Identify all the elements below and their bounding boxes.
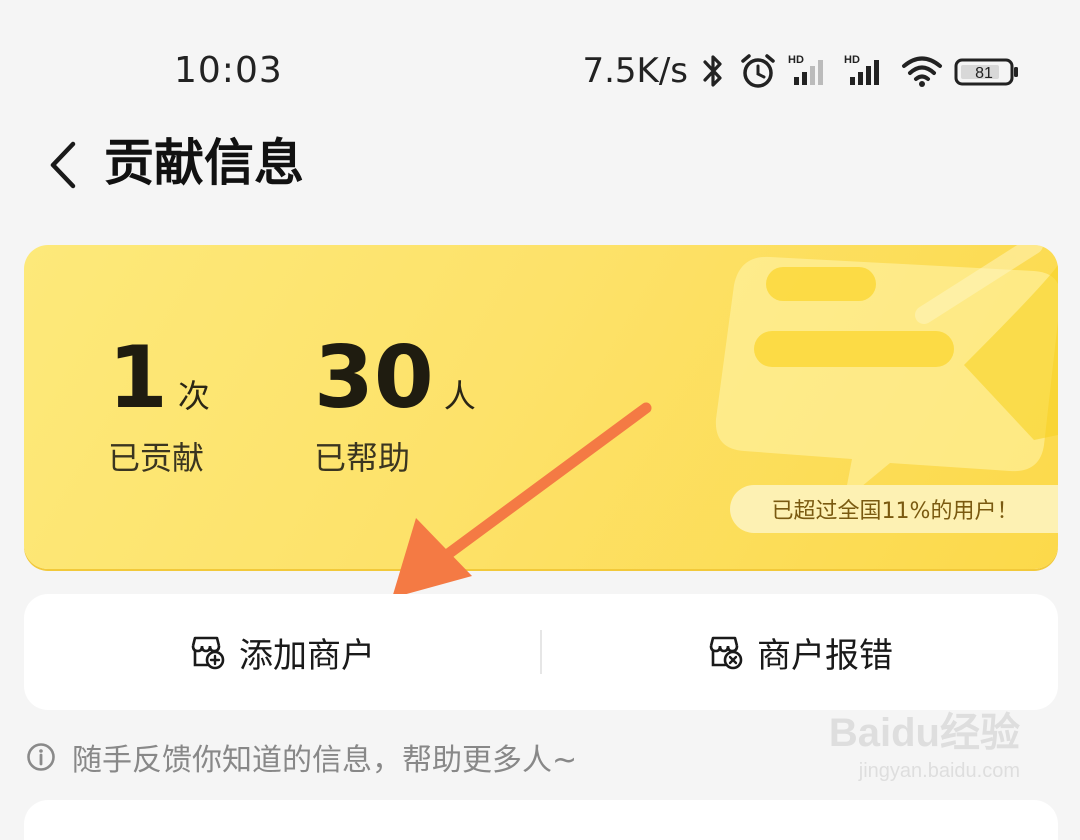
helped-label: 已帮助 [314, 439, 411, 477]
helped-count: 30 [314, 328, 434, 428]
network-speed: 7.5K/s [582, 51, 688, 91]
contribution-stats-card: 1 次 已贡献 30 人 已帮助 已超过全国11%的用户！ [24, 245, 1058, 569]
contributions-stat: 1 次 已贡献 [108, 333, 210, 479]
report-error-label: 商户报错 [757, 635, 893, 676]
signal-hd-icon: HD [788, 51, 834, 91]
status-bar: 10:03 7.5K/s HD HD 81 [0, 0, 1080, 140]
tip-text: 随手反馈你知道的信息，帮助更多人~ [72, 743, 578, 778]
chevron-left-icon [50, 141, 76, 189]
watermark-sub: jingyan.baidu.com [858, 760, 1020, 782]
page-header: 贡献信息 [0, 120, 1080, 210]
alarm-icon [738, 51, 778, 91]
battery-level: 81 [975, 65, 993, 82]
add-merchant-label: 添加商户 [239, 635, 375, 676]
baidu-jingyan-watermark: Baidu经验 jingyan.baidu.com [829, 700, 1020, 783]
contributions-label: 已贡献 [108, 439, 205, 477]
store-error-icon [709, 636, 743, 670]
contributions-count: 1 [108, 328, 168, 428]
helped-unit: 人 [443, 377, 476, 415]
merchant-actions-panel: 添加商户 商户报错 [24, 594, 1058, 710]
status-time: 10:03 [174, 50, 283, 91]
add-merchant-button[interactable]: 添加商户 [24, 594, 540, 710]
report-merchant-error-button[interactable]: 商户报错 [542, 594, 1058, 710]
signal-hd-icon: HD [844, 51, 890, 91]
status-indicators: 7.5K/s HD HD 81 [582, 46, 1020, 96]
helped-stat: 30 人 已帮助 [314, 333, 476, 479]
back-button[interactable] [40, 138, 86, 192]
store-add-icon [191, 636, 225, 670]
next-card [24, 800, 1058, 840]
info-icon [27, 743, 55, 771]
bluetooth-icon [698, 51, 728, 91]
contributions-unit: 次 [177, 377, 210, 415]
feedback-tip: 随手反馈你知道的信息，帮助更多人~ [26, 734, 577, 780]
battery-icon: 81 [954, 51, 1020, 91]
page-title: 贡献信息 [104, 134, 304, 192]
svg-text:HD: HD [788, 54, 804, 66]
watermark-main: Baidu经验 [828, 711, 1020, 755]
rank-badge: 已超过全国11%的用户！ [730, 485, 1058, 533]
wifi-icon [900, 51, 944, 91]
svg-text:HD: HD [844, 54, 860, 66]
